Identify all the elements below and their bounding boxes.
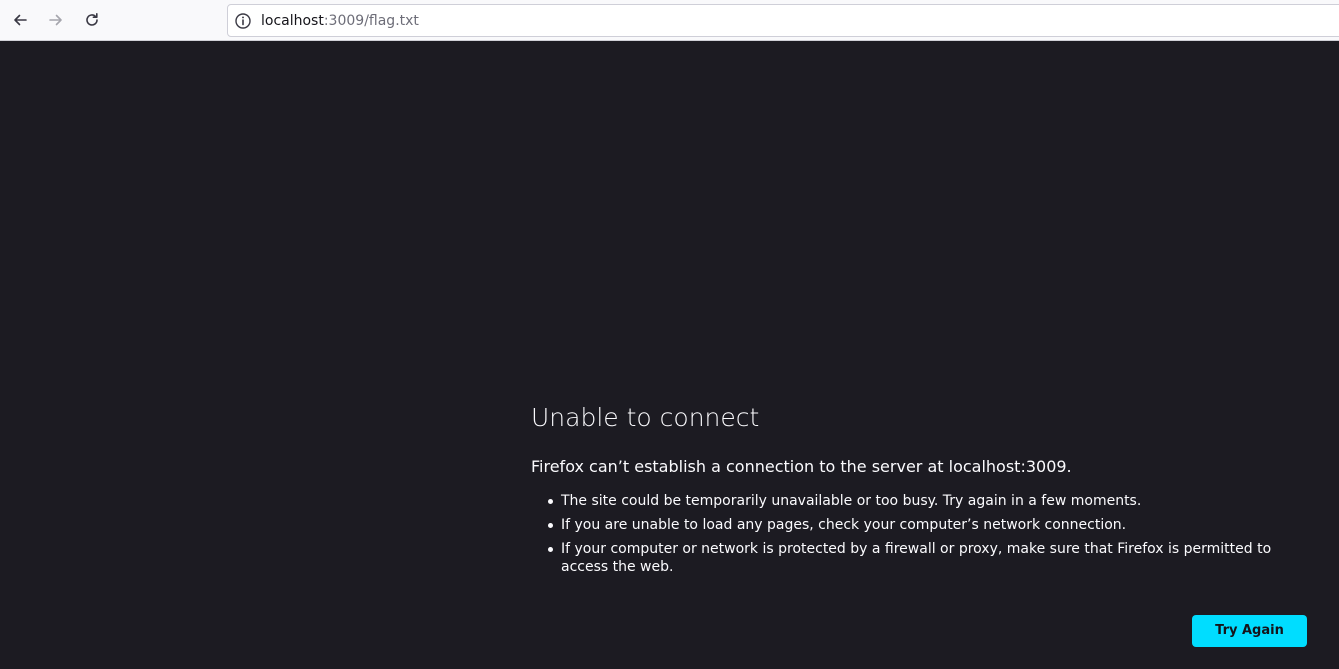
url-host: localhost xyxy=(261,13,324,29)
try-again-button[interactable]: Try Again xyxy=(1192,615,1307,647)
error-description: Firefox can’t establish a connection to … xyxy=(531,457,1072,476)
reload-icon xyxy=(86,13,98,26)
browser-toolbar: localhost:3009/flag.txt xyxy=(0,0,1339,41)
tip-text: If your computer or network is protected… xyxy=(561,541,1272,575)
error-tips-list: The site could be temporarily unavailabl… xyxy=(531,492,1311,576)
arrow-left-icon xyxy=(14,14,27,26)
url-bar[interactable]: localhost:3009/flag.txt xyxy=(227,4,1339,37)
error-title: Unable to connect xyxy=(531,403,760,432)
tip-text: If you are unable to load any pages, che… xyxy=(561,517,1127,533)
forward-button[interactable] xyxy=(42,6,70,34)
bullet-icon xyxy=(548,547,553,552)
url-path: :3009/flag.txt xyxy=(323,13,419,29)
arrow-right-icon xyxy=(49,14,62,26)
reload-button[interactable] xyxy=(78,6,106,34)
tip-item: The site could be temporarily unavailabl… xyxy=(531,492,1301,510)
back-button[interactable] xyxy=(6,6,34,34)
tip-item: If you are unable to load any pages, che… xyxy=(531,516,1301,534)
error-content: Unable to connect Firefox can’t establis… xyxy=(531,402,1311,582)
tip-item: If your computer or network is protected… xyxy=(531,540,1301,576)
bullet-icon xyxy=(548,523,553,528)
bullet-icon xyxy=(548,499,553,504)
tip-text: The site could be temporarily unavailabl… xyxy=(561,493,1142,509)
url-text[interactable]: localhost:3009/flag.txt xyxy=(261,12,419,30)
info-icon[interactable] xyxy=(234,12,252,30)
